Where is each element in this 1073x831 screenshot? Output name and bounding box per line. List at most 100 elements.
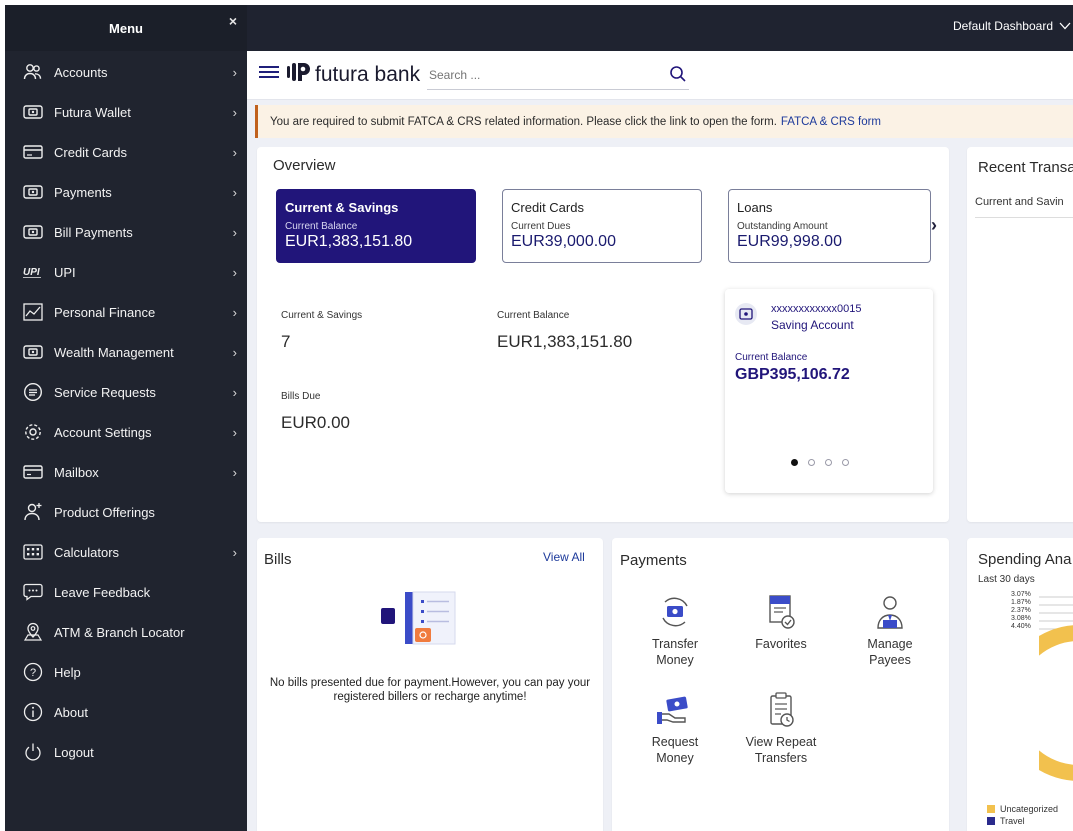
sidebar-item-label: Bill Payments [54, 224, 133, 240]
recent-transactions-account[interactable]: Current and Savin [975, 196, 1064, 208]
legend-item: Uncategorized [987, 804, 1058, 814]
spending-percentages: 3.07% 1.87% 2.37% 3.08% 4.40% [1011, 591, 1031, 631]
hamburger-menu-icon[interactable] [259, 63, 279, 81]
payment-option-label: Manage [867, 637, 913, 651]
favorites-icon [761, 592, 801, 632]
legend-item: Travel [987, 816, 1025, 826]
search-bar [427, 61, 689, 90]
account-type: Saving Account [771, 318, 854, 332]
feedback-icon [23, 582, 43, 602]
carousel-dot[interactable] [825, 459, 832, 466]
tab-sub: Current Balance [285, 221, 358, 232]
fatca-notice: You are required to submit FATCA & CRS r… [255, 105, 1073, 138]
divider [975, 217, 1073, 218]
chevron-right-icon: › [232, 424, 237, 440]
transfer-money-button[interactable]: Transfer Money [630, 592, 720, 668]
sidebar-item-credit-cards[interactable]: Credit Cards › [5, 132, 247, 172]
dashboard-select[interactable]: Default Dashboard [953, 19, 1071, 33]
savings-count-value: 7 [281, 332, 291, 351]
request-money-icon [655, 690, 695, 730]
tab-value: EUR99,998.00 [737, 233, 842, 250]
account-icon [735, 303, 757, 325]
sidebar-item-label: UPI [54, 264, 76, 280]
sidebar-item-help[interactable]: ? Help [5, 652, 247, 692]
tab-title: Current & Savings [285, 200, 399, 215]
sidebar-item-label: Credit Cards [54, 144, 127, 160]
favorites-button[interactable]: Favorites [736, 592, 826, 652]
repeat-transfers-icon [761, 690, 801, 730]
sidebar-item-account-settings[interactable]: Account Settings › [5, 412, 247, 452]
search-input[interactable] [427, 67, 669, 83]
chevron-right-icon: › [232, 184, 237, 200]
tab-value: EUR39,000.00 [511, 233, 616, 250]
chevron-right-icon[interactable]: › [931, 215, 937, 236]
search-icon[interactable] [669, 65, 689, 85]
bills-card: Bills View All No bills presented due fo… [257, 538, 603, 831]
carousel-dot[interactable] [808, 459, 815, 466]
sidebar-item-leave-feedback[interactable]: Leave Feedback [5, 572, 247, 612]
payments-card: Payments Transfer Money Favorites Manage… [612, 538, 949, 831]
current-balance-value: EUR1,383,151.80 [497, 332, 633, 351]
gear-icon [23, 422, 43, 442]
sidebar-item-label: ATM & Branch Locator [54, 624, 185, 640]
sidebar-item-wealth-management[interactable]: Wealth Management › [5, 332, 247, 372]
sidebar-item-atm-branch-locator[interactable]: ATM & Branch Locator [5, 612, 247, 652]
sidebar-item-calculators[interactable]: Calculators › [5, 532, 247, 572]
logo-mark-icon [287, 61, 311, 88]
spending-pct-label: 1.87% [1011, 599, 1031, 606]
close-icon[interactable]: × [229, 13, 237, 29]
power-icon [23, 742, 43, 762]
sidebar-item-service-requests[interactable]: Service Requests › [5, 372, 247, 412]
sidebar-item-payments[interactable]: Payments › [5, 172, 247, 212]
account-balance-label: Current Balance [735, 352, 808, 363]
sidebar-item-label: Product Offerings [54, 504, 155, 520]
payment-option-label: Money [656, 653, 694, 667]
chevron-right-icon: › [232, 544, 237, 560]
sidebar-item-label: Help [54, 664, 81, 680]
carousel-dot[interactable] [791, 459, 798, 466]
view-repeat-transfers-button[interactable]: View Repeat Transfers [736, 690, 826, 766]
request-money-button[interactable]: Request Money [630, 690, 720, 766]
sidebar-item-accounts[interactable]: Accounts › [5, 52, 247, 92]
tab-current-savings[interactable]: Current & Savings Current Balance EUR1,3… [276, 189, 476, 263]
recent-transactions-card: Recent Transa Current and Savin [967, 147, 1073, 522]
tab-sub: Current Dues [511, 221, 571, 232]
sidebar-item-logout[interactable]: Logout [5, 732, 247, 772]
header: futura bank [247, 51, 1073, 100]
sidebar-item-bill-payments[interactable]: Bill Payments › [5, 212, 247, 252]
bills-illustration [377, 588, 463, 655]
tab-loans[interactable]: Loans Outstanding Amount EUR99,998.00 [728, 189, 931, 263]
credit-card-icon [23, 142, 43, 162]
sidebar-item-label: Account Settings [54, 424, 152, 440]
sidebar-item-about[interactable]: About [5, 692, 247, 732]
sidebar-item-personal-finance[interactable]: Personal Finance › [5, 292, 247, 332]
tab-sub: Outstanding Amount [737, 221, 828, 232]
sidebar-item-futura-wallet[interactable]: Futura Wallet › [5, 92, 247, 132]
legend-swatch [987, 817, 995, 825]
svg-text:UPI: UPI [23, 267, 40, 278]
chevron-right-icon: › [232, 264, 237, 280]
spending-analysis-card: Spending Ana Last 30 days 3.07% 1.87% 2.… [967, 538, 1073, 831]
sidebar-item-label: Accounts [54, 64, 108, 80]
carousel-dot[interactable] [842, 459, 849, 466]
manage-payees-button[interactable]: Manage Payees [845, 592, 935, 668]
spending-pct-label: 3.07% [1011, 591, 1031, 598]
spending-pct-label: 4.40% [1011, 623, 1031, 630]
chevron-right-icon: › [232, 384, 237, 400]
manage-payees-icon [870, 592, 910, 632]
tab-credit-cards[interactable]: Credit Cards Current Dues EUR39,000.00 [502, 189, 702, 263]
sidebar-item-label: Logout [54, 744, 94, 760]
sidebar-item-mailbox[interactable]: Mailbox › [5, 452, 247, 492]
payment-option-label: Transfer [651, 637, 699, 651]
chevron-right-icon: › [232, 224, 237, 240]
fatca-form-link[interactable]: FATCA & CRS form [781, 116, 881, 128]
sidebar: Menu × Accounts › Futura Wallet › Credit… [5, 5, 247, 831]
bills-due-label: Bills Due [281, 391, 321, 402]
view-all-link[interactable]: View All [543, 550, 585, 564]
mailbox-icon [23, 462, 43, 482]
sidebar-item-upi[interactable]: UPI UPI › [5, 252, 247, 292]
sidebar-item-product-offerings[interactable]: Product Offerings [5, 492, 247, 532]
bank-logo[interactable]: futura bank [287, 61, 420, 88]
account-card[interactable]: xxxxxxxxxxxx0015 Saving Account Current … [725, 289, 933, 493]
dashboard-select-label: Default Dashboard [952, 19, 1053, 33]
